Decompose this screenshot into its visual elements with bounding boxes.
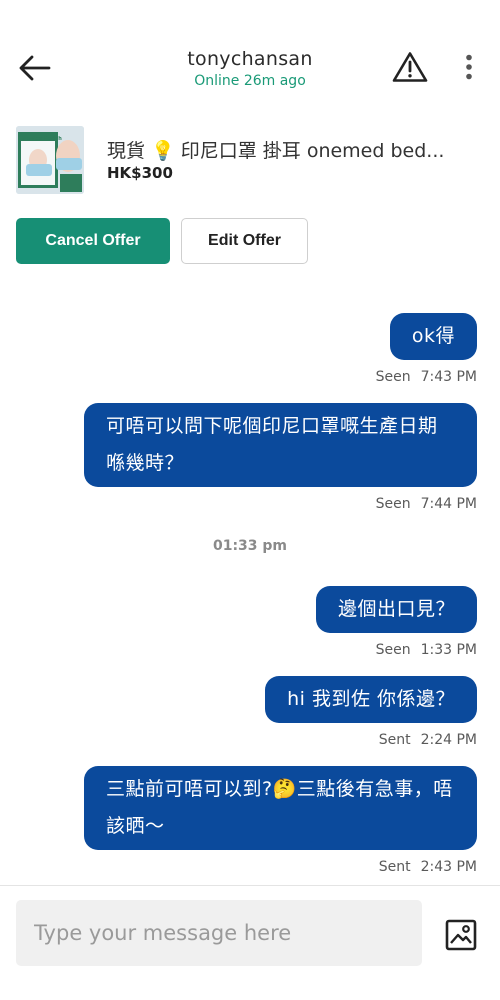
edit-offer-button[interactable]: Edit Offer	[181, 218, 308, 264]
back-button[interactable]	[14, 48, 54, 88]
message-status: Seen	[375, 642, 411, 658]
attach-image-button[interactable]	[440, 914, 482, 956]
message-bubble: hi 我到佐 你係邊？	[265, 676, 477, 723]
more-options-button[interactable]	[456, 50, 482, 84]
product-title: 現貨 💡 印尼口罩 掛耳 onemed bed...	[107, 140, 445, 162]
message-time: 2:24 PM	[420, 732, 477, 748]
message-meta: Seen 1:33 PM	[366, 642, 477, 658]
message-time: 2:43 PM	[420, 859, 477, 875]
chat-header: tonychansan Online 26m ago	[0, 0, 500, 110]
message-status: Seen	[375, 496, 411, 512]
product-price: HK$300	[107, 164, 173, 182]
report-button[interactable]	[390, 48, 430, 86]
message-time: 7:43 PM	[420, 369, 477, 385]
message-input[interactable]	[16, 900, 422, 966]
message-bubble: ok得	[389, 313, 477, 360]
message-bubble: 三點前可唔可以到?🤔三點後有急事，唔該晒～	[84, 766, 477, 850]
message-status: Sent	[378, 859, 411, 875]
message-bubble: 可唔可以問下呢個印尼口罩嘅生產日期喺幾時？	[84, 403, 477, 487]
date-separator: 01:33 pm	[212, 538, 288, 554]
image-picker-icon	[445, 919, 477, 951]
message-meta: Seen 7:44 PM	[366, 496, 477, 512]
username: tonychansan	[187, 48, 313, 70]
arrow-left-icon	[19, 55, 51, 81]
message-status: Sent	[378, 732, 411, 748]
chat-title: tonychansan Online 26m ago	[120, 48, 380, 89]
message-meta: Sent 2:43 PM	[369, 859, 477, 875]
warning-triangle-icon	[392, 52, 428, 82]
product-listing[interactable]: Masker Bedah 現貨 💡 印尼口罩 掛耳 onemed bed... …	[16, 126, 486, 196]
product-thumbnail-label: Masker Bedah	[22, 136, 62, 142]
online-status: Online 26m ago	[194, 73, 306, 89]
message-time: 1:33 PM	[420, 642, 477, 658]
product-thumbnail: Masker Bedah	[16, 126, 84, 194]
message-time: 7:44 PM	[420, 496, 477, 512]
message-bubble: 邊個出口見？	[315, 586, 477, 633]
message-status: Seen	[375, 369, 411, 385]
composer-divider	[0, 885, 500, 886]
message-meta: Seen 7:43 PM	[366, 369, 477, 385]
message-meta: Sent 2:24 PM	[369, 732, 477, 748]
cancel-offer-button[interactable]: Cancel Offer	[16, 218, 170, 264]
more-vertical-icon	[466, 54, 472, 80]
